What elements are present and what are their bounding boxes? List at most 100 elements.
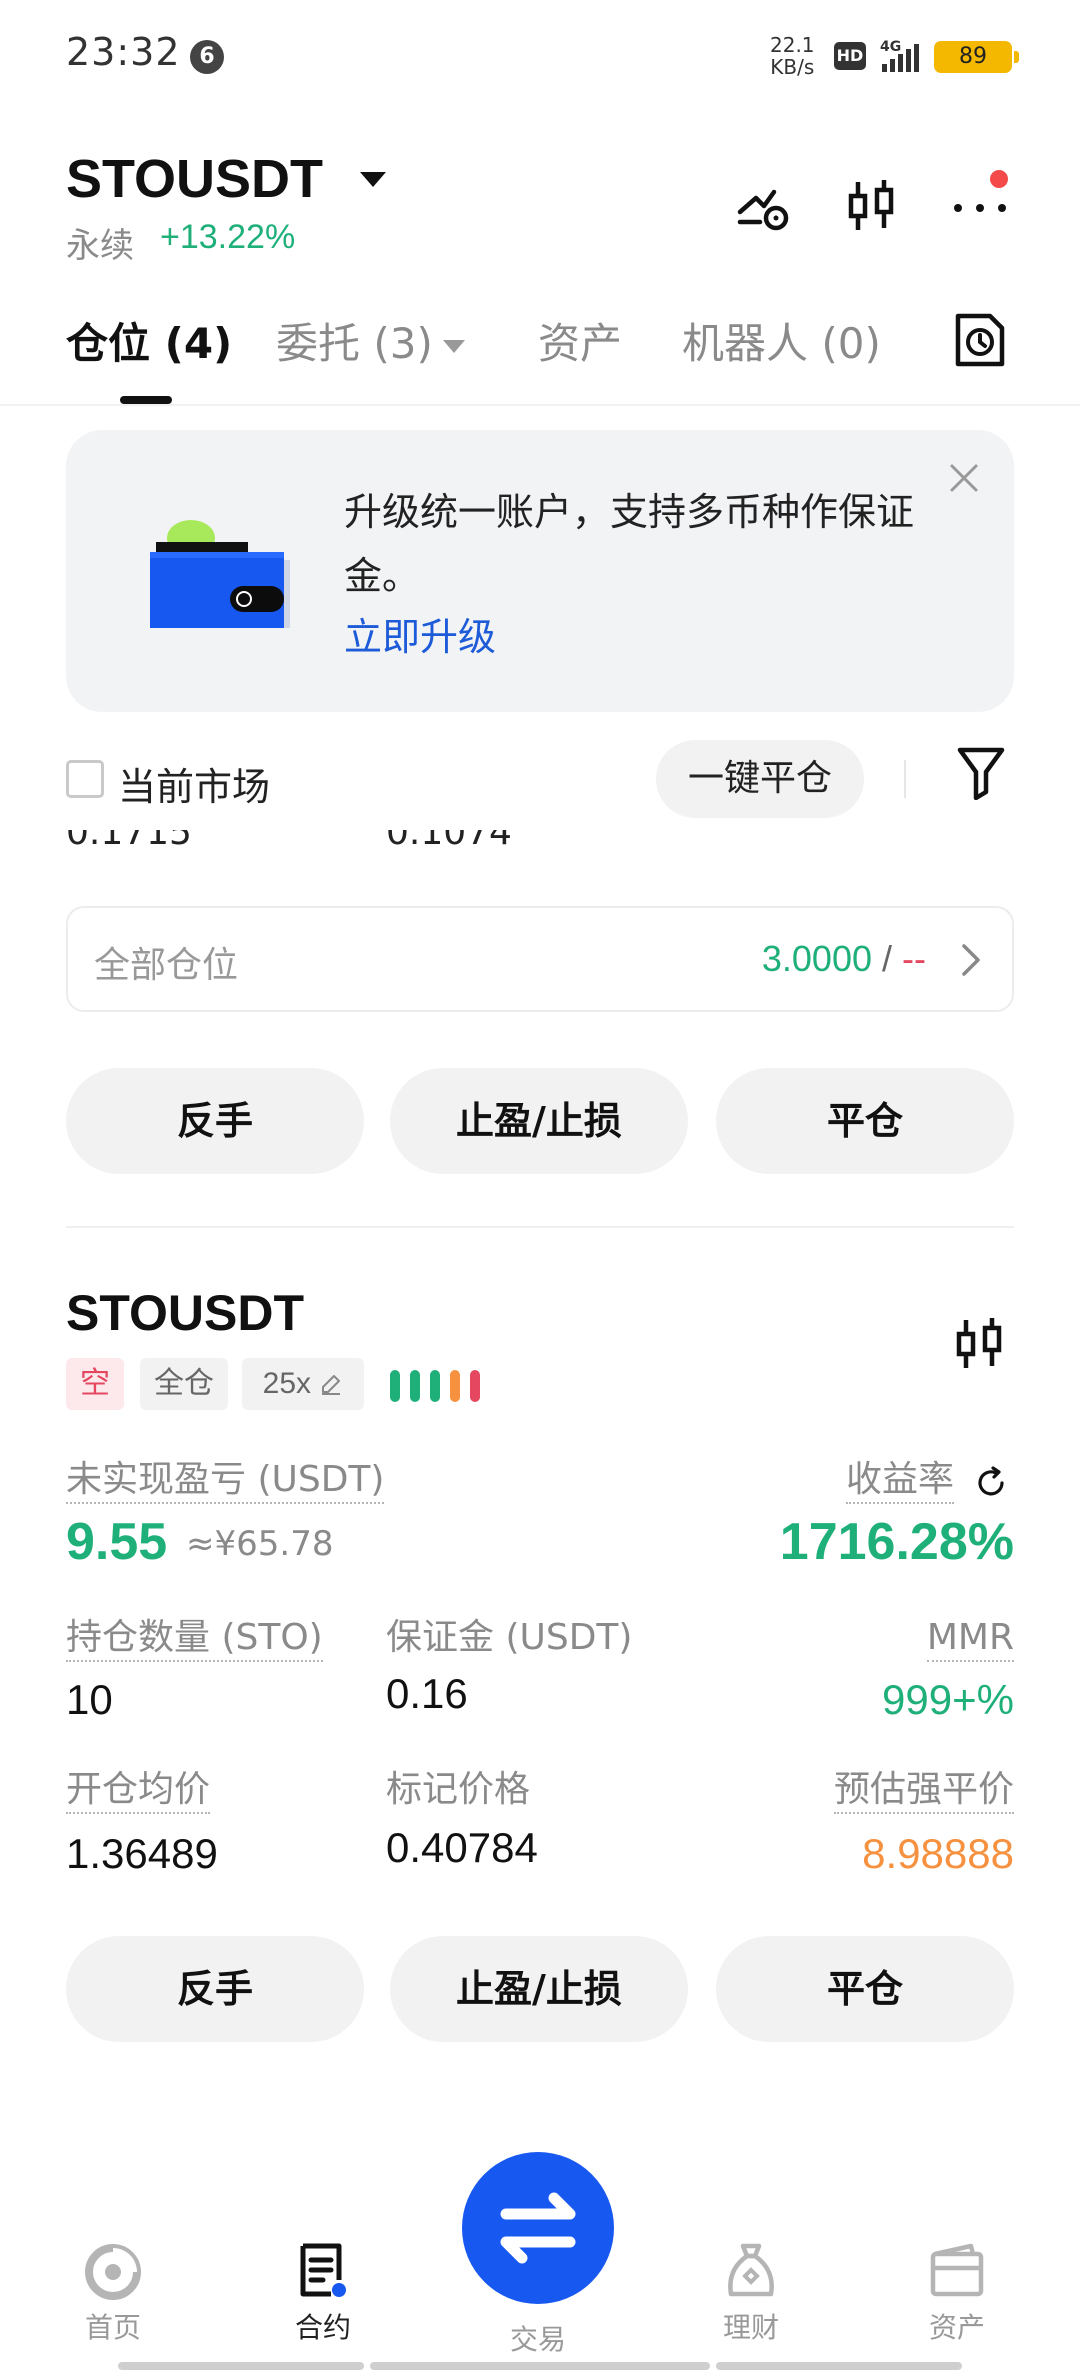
mmr-value: 999+%	[882, 1676, 1014, 1723]
reverse-button[interactable]: 反手	[66, 1068, 364, 1174]
current-market-checkbox[interactable]	[66, 760, 104, 798]
history-document-icon[interactable]	[952, 310, 1008, 370]
tab-orders-label: 委托 (3)	[276, 319, 433, 368]
caret-down-icon	[442, 340, 465, 353]
banner-message: 升级统一账户，支持多币种作保证金。	[344, 490, 915, 598]
risk-bar	[390, 1370, 400, 1402]
risk-bar	[430, 1370, 440, 1402]
price-alert-icon[interactable]	[734, 176, 794, 236]
all-positions-amount: 3.0000	[761, 938, 872, 979]
home-icon	[85, 2244, 141, 2300]
mark-price-value: 0.40784	[386, 1824, 538, 1871]
tab-positions[interactable]: 仓位 (4)	[66, 310, 232, 371]
margin-label: 保证金 (USDT)	[386, 1617, 633, 1658]
network-type: 4G	[880, 39, 901, 55]
scrolled-value-a: 0.1715	[66, 830, 192, 852]
network-speed: 22.1 KB/s	[770, 34, 815, 78]
tab-assets[interactable]: 资产	[538, 310, 622, 371]
position-size-label[interactable]: 持仓数量 (STO)	[66, 1616, 323, 1662]
refresh-icon[interactable]	[974, 1466, 1008, 1500]
mark-price-label: 标记价格	[386, 1769, 531, 1810]
filter-icon[interactable]	[956, 744, 1006, 800]
tp-sl-button[interactable]: 止盈/止损	[390, 1936, 688, 2042]
tab-bots[interactable]: 机器人 (0)	[682, 310, 886, 371]
trade-swap-button[interactable]	[462, 2152, 614, 2304]
network-speed-value: 22.1	[770, 33, 815, 57]
margin-mode-badge: 全仓	[140, 1358, 228, 1410]
tab-orders[interactable]: 委托 (3)	[276, 310, 465, 371]
position-size-value: 10	[66, 1676, 113, 1723]
edit-icon	[322, 1375, 341, 1395]
all-positions-row[interactable]: 全部仓位 3.0000 / --	[66, 906, 1014, 1012]
notification-count-badge: 6	[190, 40, 224, 74]
notification-dot	[990, 170, 1008, 188]
unrealized-pnl-cny: ≈¥65.78	[186, 1524, 334, 1564]
section-divider	[66, 1226, 1014, 1228]
nav-finance-label: 理财	[722, 2311, 779, 2344]
hd-icon: HD	[834, 42, 866, 70]
risk-bar	[410, 1370, 420, 1402]
swap-icon	[500, 2192, 576, 2264]
entry-price-label[interactable]: 开仓均价	[66, 1768, 211, 1814]
candlestick-chart-icon[interactable]	[842, 176, 902, 236]
roe-label[interactable]: 收益率	[845, 1458, 954, 1504]
active-tab-indicator	[120, 396, 172, 404]
nav-home-label: 首页	[84, 2311, 141, 2344]
entry-price-value: 1.36489	[66, 1830, 218, 1877]
price-change: +13.22%	[160, 218, 296, 256]
all-positions-pnl: --	[902, 938, 926, 979]
risk-level-indicator	[390, 1370, 486, 1402]
unrealized-pnl-value: 9.55	[66, 1513, 168, 1571]
nav-home[interactable]: 首页	[48, 2240, 178, 2346]
status-bar: 23:32 6 22.1 KB/s HD 4G 89	[0, 0, 1080, 110]
close-position-button[interactable]: 平仓	[716, 1068, 1014, 1174]
leverage-value: 25x	[262, 1367, 312, 1400]
chevron-right-icon	[962, 944, 980, 976]
upgrade-now-link[interactable]: 立即升级	[344, 606, 496, 661]
scrolled-value-b: 0.1074	[386, 830, 512, 852]
nav-assets-label: 资产	[928, 2311, 985, 2344]
signal-4g-icon: 4G	[880, 39, 919, 72]
leverage-badge[interactable]: 25x	[242, 1358, 364, 1410]
tp-sl-button[interactable]: 止盈/止损	[390, 1068, 688, 1174]
nav-assets[interactable]: 资产	[892, 2240, 1022, 2346]
nav-trade-label[interactable]: 交易	[478, 2318, 598, 2358]
pair-selector[interactable]: STOUSDT	[66, 148, 323, 210]
scrolled-values-row: 0.1715 0.1074	[0, 830, 1080, 852]
caret-down-icon[interactable]	[360, 172, 386, 187]
gesture-bar	[370, 2362, 710, 2370]
battery-level: 89	[934, 41, 1019, 73]
all-positions-label: 全部仓位	[94, 945, 239, 986]
mmr-label[interactable]: MMR	[926, 1616, 1014, 1662]
nav-contract[interactable]: 合约	[258, 2240, 388, 2346]
wallet-illustration-icon	[150, 520, 290, 628]
contract-type: 永续	[66, 226, 134, 266]
divider	[904, 760, 906, 798]
network-speed-unit: KB/s	[770, 55, 815, 79]
position-symbol[interactable]: STOUSDT	[66, 1284, 304, 1342]
margin-value: 0.16	[386, 1670, 468, 1717]
tabs-divider	[0, 404, 1080, 406]
unrealized-pnl-label[interactable]: 未实现盈亏 (USDT)	[66, 1458, 385, 1504]
liquidation-price-label[interactable]: 预估强平价	[833, 1768, 1014, 1814]
contract-icon	[300, 2243, 346, 2297]
gesture-bar	[118, 2362, 364, 2370]
value-separator: /	[872, 938, 903, 979]
finance-bag-icon	[728, 2243, 774, 2297]
roe-value: 1716.28%	[779, 1513, 1014, 1571]
status-time: 23:32	[66, 30, 181, 74]
close-position-button[interactable]: 平仓	[716, 1936, 1014, 2042]
all-positions-value: 3.0000 / --	[762, 938, 926, 980]
candlestick-chart-icon[interactable]	[952, 1314, 1008, 1374]
nav-contract-label: 合约	[294, 2311, 351, 2344]
nav-finance[interactable]: 理财	[686, 2240, 816, 2346]
side-badge: 空	[66, 1358, 124, 1410]
current-market-label: 当前市场	[118, 765, 271, 809]
risk-bar	[470, 1370, 480, 1402]
close-all-button[interactable]: 一键平仓	[656, 740, 864, 818]
upgrade-banner: 升级统一账户，支持多币种作保证金。 立即升级	[66, 430, 1014, 712]
gesture-bar	[716, 2362, 962, 2370]
reverse-button[interactable]: 反手	[66, 1936, 364, 2042]
wallet-icon	[930, 2243, 984, 2297]
close-icon[interactable]	[946, 460, 982, 496]
